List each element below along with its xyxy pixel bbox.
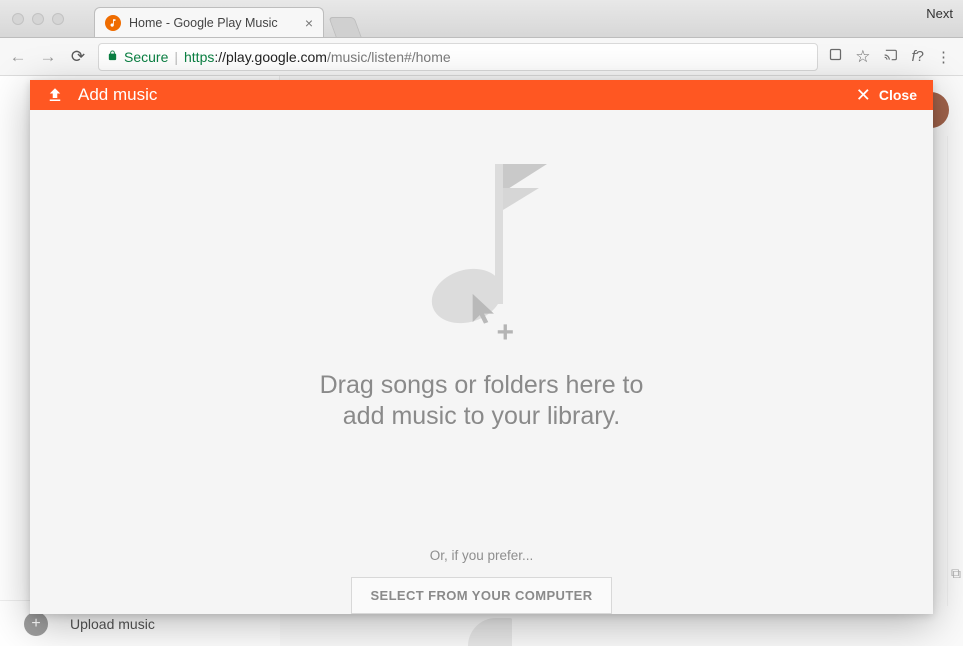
- reload-icon[interactable]: ⟳: [68, 47, 88, 67]
- lock-icon: [107, 49, 118, 65]
- scrollbar[interactable]: [947, 136, 963, 606]
- url-text: https://play.google.com/music/listen#/ho…: [184, 49, 451, 65]
- close-label: Close: [879, 87, 917, 103]
- address-bar[interactable]: Secure | https://play.google.com/music/l…: [98, 43, 818, 71]
- next-label[interactable]: Next: [926, 6, 953, 21]
- cursor-icon: [467, 286, 501, 335]
- bookmark-star-icon[interactable]: ☆: [855, 47, 870, 67]
- extension-icon[interactable]: [828, 47, 843, 66]
- plus-icon: +: [497, 316, 515, 350]
- browser-tab[interactable]: Home - Google Play Music ×: [94, 7, 324, 37]
- browser-toolbar: ← → ⟳ Secure | https://play.google.com/m…: [0, 38, 963, 76]
- secure-label: Secure: [124, 49, 168, 65]
- tab-title: Home - Google Play Music: [129, 16, 278, 30]
- window-zoom-dot[interactable]: [52, 13, 64, 25]
- music-note-upload-illustration: +: [437, 158, 557, 348]
- modal-title: Add music: [78, 85, 157, 105]
- page-content: ⧉ + Upload music Add music ✕ Close: [0, 76, 963, 646]
- window-controls: [0, 13, 64, 25]
- cast-icon[interactable]: [882, 48, 899, 66]
- modal-header: Add music ✕ Close: [30, 80, 933, 110]
- toolbar-right-icons: ☆ f? ⋮: [828, 47, 955, 67]
- drop-instructions: Drag songs or folders here to add music …: [320, 370, 644, 433]
- window-titlebar: Home - Google Play Music × Next: [0, 0, 963, 38]
- separator: |: [174, 49, 178, 65]
- player-control-peek: [468, 618, 512, 646]
- chrome-menu-icon[interactable]: ⋮: [936, 48, 951, 66]
- window-close-dot[interactable]: [12, 13, 24, 25]
- window-minimize-dot[interactable]: [32, 13, 44, 25]
- close-button[interactable]: ✕ Close: [856, 86, 917, 104]
- close-icon: ✕: [856, 86, 871, 104]
- select-from-computer-button[interactable]: SELECT FROM YOUR COMPUTER: [351, 577, 611, 614]
- modal-body[interactable]: + Drag songs or folders here to add musi…: [30, 110, 933, 615]
- fontface-icon[interactable]: f?: [911, 48, 924, 65]
- forward-icon: →: [38, 47, 58, 67]
- upload-icon: [46, 86, 64, 104]
- new-tab-button[interactable]: [328, 17, 361, 37]
- drop-line-1: Drag songs or folders here to: [320, 370, 644, 401]
- open-in-new-icon[interactable]: ⧉: [951, 565, 961, 582]
- add-music-modal: Add music ✕ Close + Drag songs or folder…: [30, 80, 933, 614]
- plus-circle-icon: +: [24, 612, 48, 636]
- tab-close-icon[interactable]: ×: [305, 16, 313, 30]
- or-prefer-label: Or, if you prefer...: [430, 548, 534, 563]
- back-icon[interactable]: ←: [8, 47, 28, 67]
- favicon-play-music-icon: [105, 15, 121, 31]
- upload-music-label: Upload music: [70, 616, 155, 632]
- drop-line-2: add music to your library.: [320, 401, 644, 432]
